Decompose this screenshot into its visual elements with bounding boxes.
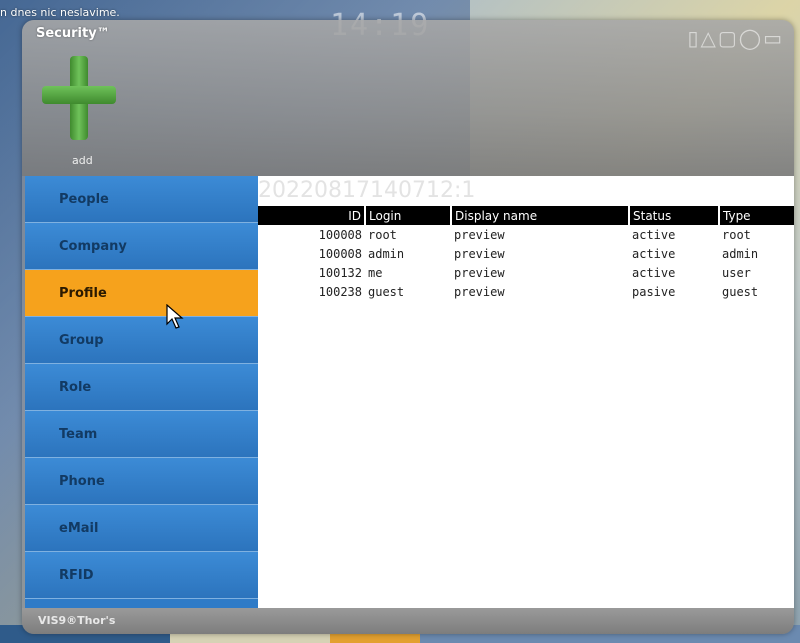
cell-status: active xyxy=(632,265,676,280)
cell-type: guest xyxy=(722,284,759,299)
cell-status: pasive xyxy=(632,284,676,299)
sidebar-item-company[interactable]: Company xyxy=(25,223,258,270)
sidebar-item-rfid[interactable]: RFID xyxy=(25,552,258,599)
cell-display-name: preview xyxy=(454,227,505,242)
window-footer: VIS9®Thor's xyxy=(22,608,794,634)
window-title: Security™ xyxy=(36,26,110,41)
window-header: Security™ ▯△▢◯▭ add xyxy=(22,20,794,176)
sidebar-item-role[interactable]: Role xyxy=(25,364,258,411)
plus-icon-bar xyxy=(42,86,116,104)
cell-id: 100132 xyxy=(318,265,362,280)
cell-login: admin xyxy=(368,246,405,261)
table-row[interactable]: 100008 admin preview active admin xyxy=(258,244,794,263)
cell-id: 100008 xyxy=(318,246,362,261)
table-header-row: ID Login Display name Status Type xyxy=(258,206,794,225)
footer-label: VIS9®Thor's xyxy=(38,614,116,627)
cell-id: 100238 xyxy=(318,284,362,299)
column-header-login[interactable]: Login xyxy=(364,206,451,225)
cell-id: 100008 xyxy=(318,227,362,242)
cell-type: root xyxy=(722,227,751,242)
desktop-notice-text: n dnes nic neslavime. xyxy=(0,6,120,19)
sidebar-item-phone[interactable]: Phone xyxy=(25,458,258,505)
table-row[interactable]: 100238 guest preview pasive guest xyxy=(258,282,794,301)
cell-display-name: preview xyxy=(454,284,505,299)
cell-type: admin xyxy=(722,246,759,261)
security-window: Security™ ▯△▢◯▭ add People Company Profi… xyxy=(22,20,794,634)
window-controls-icon[interactable]: ▯△▢◯▭ xyxy=(687,26,784,50)
cell-login: me xyxy=(368,265,383,280)
sidebar-item-email[interactable]: eMail xyxy=(25,505,258,552)
cell-display-name: preview xyxy=(454,265,505,280)
sidebar-item-team[interactable]: Team xyxy=(25,411,258,458)
column-header-status[interactable]: Status xyxy=(628,206,719,225)
cell-login: guest xyxy=(368,284,405,299)
add-button-label: add xyxy=(72,154,93,167)
cell-login: root xyxy=(368,227,397,242)
sidebar-item-profile[interactable]: Profile xyxy=(25,270,258,317)
add-button[interactable]: add xyxy=(42,56,130,171)
column-header-display-name[interactable]: Display name xyxy=(450,206,629,225)
content-panel: 20220817140712:1 ID Login Display name S… xyxy=(258,176,794,608)
sidebar-item-people[interactable]: People xyxy=(25,176,258,223)
table-row[interactable]: 100132 me preview active user xyxy=(258,263,794,282)
mouse-pointer-icon xyxy=(166,304,184,329)
table-row[interactable]: 100008 root preview active root xyxy=(258,225,794,244)
cell-status: active xyxy=(632,246,676,261)
cell-display-name: preview xyxy=(454,246,505,261)
cell-type: user xyxy=(722,265,751,280)
record-id: 20220817140712:1 xyxy=(258,178,476,203)
users-table: ID Login Display name Status Type 100008… xyxy=(258,206,794,301)
column-header-id[interactable]: ID xyxy=(258,206,365,225)
sidebar-item-group[interactable]: Group xyxy=(25,317,258,364)
cell-status: active xyxy=(632,227,676,242)
sidebar: People Company Profile Group Role Team P… xyxy=(25,176,258,608)
column-header-type[interactable]: Type xyxy=(718,206,794,225)
